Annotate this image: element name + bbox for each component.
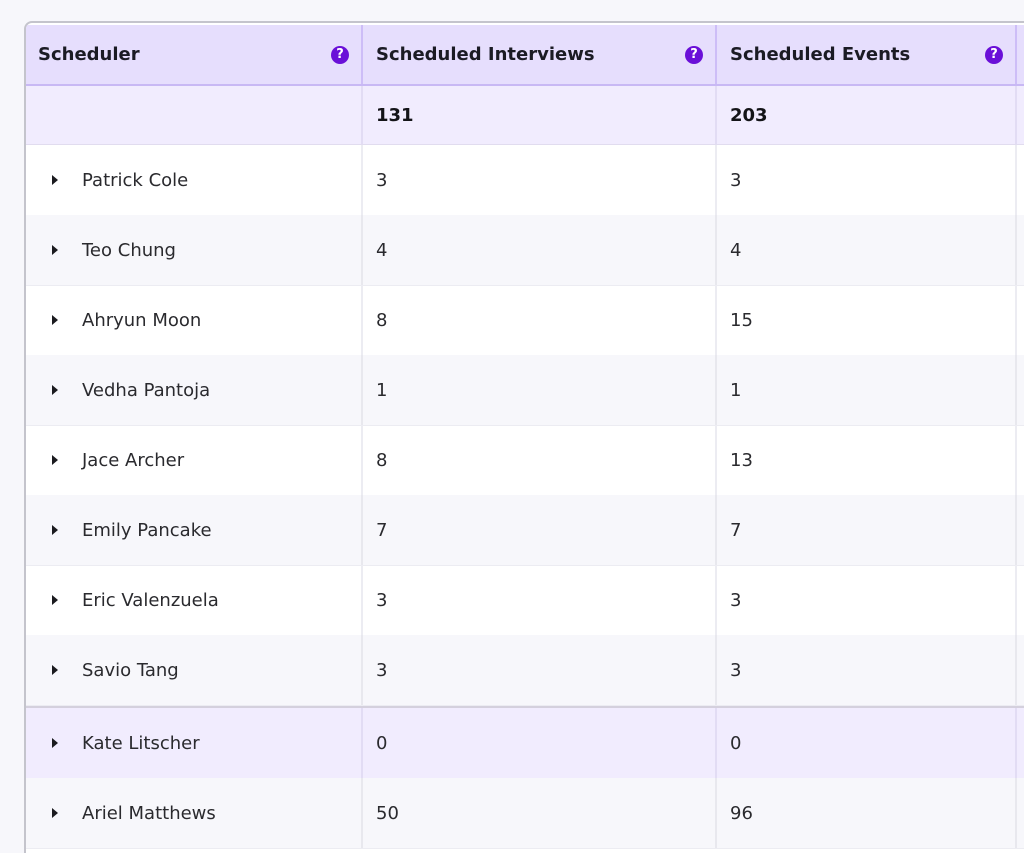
expand-caret-icon[interactable] <box>52 525 58 535</box>
expand-caret-icon[interactable] <box>52 738 58 748</box>
events-cell: 96 <box>717 778 1017 848</box>
totals-row: 131 203 <box>26 86 1024 145</box>
overflow-cell <box>1017 425 1024 495</box>
totals-interviews: 131 <box>363 86 717 144</box>
scheduler-cell: Ahryun Moon <box>26 285 363 355</box>
totals-overflow <box>1017 86 1024 144</box>
scheduler-name: Patrick Cole <box>82 169 189 191</box>
table-row[interactable]: Jace Archer 8 13 <box>26 425 1024 496</box>
scheduler-name: Savio Tang <box>82 659 179 681</box>
table-row[interactable]: Eric Valenzuela 3 3 <box>26 565 1024 636</box>
events-cell: 7 <box>717 495 1017 565</box>
table-row[interactable]: Patrick Cole 3 3 <box>26 145 1024 216</box>
table-row[interactable]: Ariel Matthews 50 96 <box>26 778 1024 849</box>
interviews-cell: 0 <box>363 708 717 778</box>
interviews-cell: 50 <box>363 778 717 848</box>
events-cell: 15 <box>717 285 1017 355</box>
overflow-cell <box>1017 495 1024 565</box>
totals-events: 203 <box>717 86 1017 144</box>
scheduler-name: Ahryun Moon <box>82 309 202 331</box>
events-cell: 3 <box>717 635 1017 705</box>
question-circle-icon[interactable]: ? <box>331 45 349 64</box>
scheduler-name: Jace Archer <box>82 449 185 471</box>
overflow-cell <box>1017 355 1024 425</box>
table-row[interactable]: Kate Litscher 0 0 <box>26 706 1024 780</box>
events-cell: 4 <box>717 215 1017 285</box>
table-row[interactable]: Teo Chung 4 4 <box>26 215 1024 286</box>
column-header-scheduled-events[interactable]: Scheduled Events ? <box>717 25 1017 84</box>
expand-caret-icon[interactable] <box>52 665 58 675</box>
expand-caret-icon[interactable] <box>52 455 58 465</box>
table-row[interactable]: Savio Tang 3 3 <box>26 635 1024 706</box>
column-header-label: Scheduled Interviews <box>376 44 595 65</box>
events-cell: 3 <box>717 145 1017 215</box>
expand-caret-icon[interactable] <box>52 175 58 185</box>
scheduler-cell: Emily Pancake <box>26 495 363 565</box>
totals-scheduler <box>26 86 363 144</box>
expand-caret-icon[interactable] <box>52 315 58 325</box>
interviews-cell: 7 <box>363 495 717 565</box>
table-header: Scheduler ? Scheduled Interviews ? Sched… <box>26 25 1024 86</box>
column-header-scheduler[interactable]: Scheduler ? <box>26 25 363 84</box>
events-cell: 13 <box>717 425 1017 495</box>
column-header-label: Scheduler <box>38 44 140 65</box>
overflow-cell <box>1017 215 1024 285</box>
events-cell: 3 <box>717 565 1017 635</box>
scheduler-cell: Teo Chung <box>26 215 363 285</box>
scheduler-report-table: Scheduler ? Scheduled Interviews ? Sched… <box>24 21 1024 853</box>
interviews-cell: 3 <box>363 565 717 635</box>
expand-caret-icon[interactable] <box>52 808 58 818</box>
question-circle-icon[interactable]: ? <box>985 45 1003 64</box>
table-row[interactable]: Emily Pancake 7 7 <box>26 495 1024 566</box>
column-header-overflow <box>1017 25 1024 84</box>
scheduler-cell: Patrick Cole <box>26 145 363 215</box>
events-cell: 0 <box>717 708 1017 778</box>
table-row[interactable]: Vedha Pantoja 1 1 <box>26 355 1024 426</box>
column-header-label: Scheduled Events <box>730 44 911 65</box>
events-cell: 1 <box>717 355 1017 425</box>
scheduler-name: Eric Valenzuela <box>82 589 219 611</box>
interviews-cell: 3 <box>363 635 717 705</box>
overflow-cell <box>1017 285 1024 355</box>
scheduler-cell: Savio Tang <box>26 635 363 705</box>
scheduler-cell: Jace Archer <box>26 425 363 495</box>
expand-caret-icon[interactable] <box>52 385 58 395</box>
table-row[interactable]: Ahryun Moon 8 15 <box>26 285 1024 356</box>
scheduler-name: Vedha Pantoja <box>82 379 211 401</box>
interviews-cell: 8 <box>363 425 717 495</box>
expand-caret-icon[interactable] <box>52 245 58 255</box>
overflow-cell <box>1017 708 1024 778</box>
overflow-cell <box>1017 145 1024 215</box>
scheduler-cell: Eric Valenzuela <box>26 565 363 635</box>
question-circle-icon[interactable]: ? <box>685 45 703 64</box>
column-header-scheduled-interviews[interactable]: Scheduled Interviews ? <box>363 25 717 84</box>
scheduler-name: Kate Litscher <box>82 732 200 754</box>
interviews-cell: 4 <box>363 215 717 285</box>
scheduler-cell: Kate Litscher <box>26 708 363 778</box>
scheduler-name: Teo Chung <box>82 239 176 261</box>
scheduler-name: Emily Pancake <box>82 519 212 541</box>
interviews-cell: 1 <box>363 355 717 425</box>
scheduler-cell: Vedha Pantoja <box>26 355 363 425</box>
interviews-cell: 3 <box>363 145 717 215</box>
expand-caret-icon[interactable] <box>52 595 58 605</box>
scheduler-name: Ariel Matthews <box>82 802 216 824</box>
overflow-cell <box>1017 778 1024 848</box>
overflow-cell <box>1017 635 1024 705</box>
scheduler-cell: Ariel Matthews <box>26 778 363 848</box>
overflow-cell <box>1017 565 1024 635</box>
interviews-cell: 8 <box>363 285 717 355</box>
